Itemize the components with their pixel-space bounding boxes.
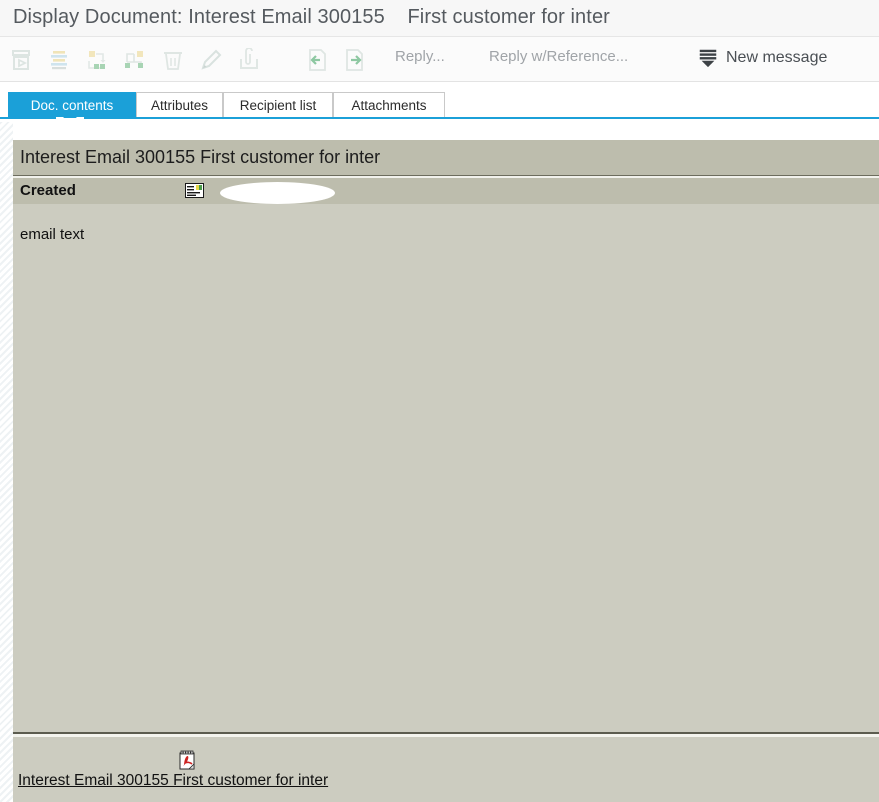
redacted-value xyxy=(220,182,335,204)
document-note-icon xyxy=(185,183,204,198)
tab-doc-contents-label: Doc. contents xyxy=(30,97,114,113)
document-status-row: Created xyxy=(13,178,879,204)
reply-button[interactable]: Reply... xyxy=(395,48,445,65)
sort-list-icon[interactable] xyxy=(44,45,74,75)
tab-recipient-list-label: Recipient list xyxy=(239,97,317,113)
page-area: Interest Email 300155 First customer for… xyxy=(0,122,879,802)
print-preview-icon[interactable] xyxy=(6,45,36,75)
document-title: Interest Email 300155 First customer for… xyxy=(20,147,381,167)
delete-trash-icon[interactable] xyxy=(158,45,188,75)
previous-document-icon[interactable] xyxy=(302,45,332,75)
left-hatch-margin xyxy=(0,122,13,802)
new-message-icon xyxy=(697,47,719,69)
window-title: Display Document: Interest Email 300155 … xyxy=(13,6,610,28)
workflow-export-icon[interactable] xyxy=(82,45,112,75)
next-document-icon[interactable] xyxy=(340,45,370,75)
new-message-label: New message xyxy=(726,49,828,66)
tab-attachments-label: Attachments xyxy=(351,97,427,113)
tab-underline xyxy=(0,117,879,119)
tab-recipient-list[interactable]: Recipient list xyxy=(223,92,333,117)
attachment-clip-icon[interactable] xyxy=(234,45,264,75)
tab-attributes-label: Attributes xyxy=(150,97,209,113)
new-message-button[interactable]: New message xyxy=(697,47,827,69)
active-tab-caret-icon xyxy=(63,112,77,118)
title-bar: Display Document: Interest Email 300155 … xyxy=(0,0,879,37)
tab-attachments[interactable]: Attachments xyxy=(333,92,445,117)
sap-document-viewer-window: Display Document: Interest Email 300155 … xyxy=(0,0,879,802)
reply-with-reference-button[interactable]: Reply w/Reference... xyxy=(489,48,628,65)
attachment-area: Interest Email 300155 First customer for… xyxy=(13,737,879,802)
tab-strip: Doc. contents Attributes Recipient list … xyxy=(0,82,879,122)
pdf-file-icon[interactable] xyxy=(179,750,197,770)
toolbar: Reply... Reply w/Reference... New messag… xyxy=(0,37,879,82)
document-body-text: email text xyxy=(20,226,85,243)
edit-pencil-icon[interactable] xyxy=(196,45,226,75)
document-header: Interest Email 300155 First customer for… xyxy=(13,140,879,175)
tab-attributes[interactable]: Attributes xyxy=(136,92,223,117)
attachment-link[interactable]: Interest Email 300155 First customer for… xyxy=(18,772,328,790)
created-label: Created xyxy=(20,182,76,199)
document-content-panel: Interest Email 300155 First customer for… xyxy=(13,140,879,802)
workflow-structure-icon[interactable] xyxy=(120,45,150,75)
